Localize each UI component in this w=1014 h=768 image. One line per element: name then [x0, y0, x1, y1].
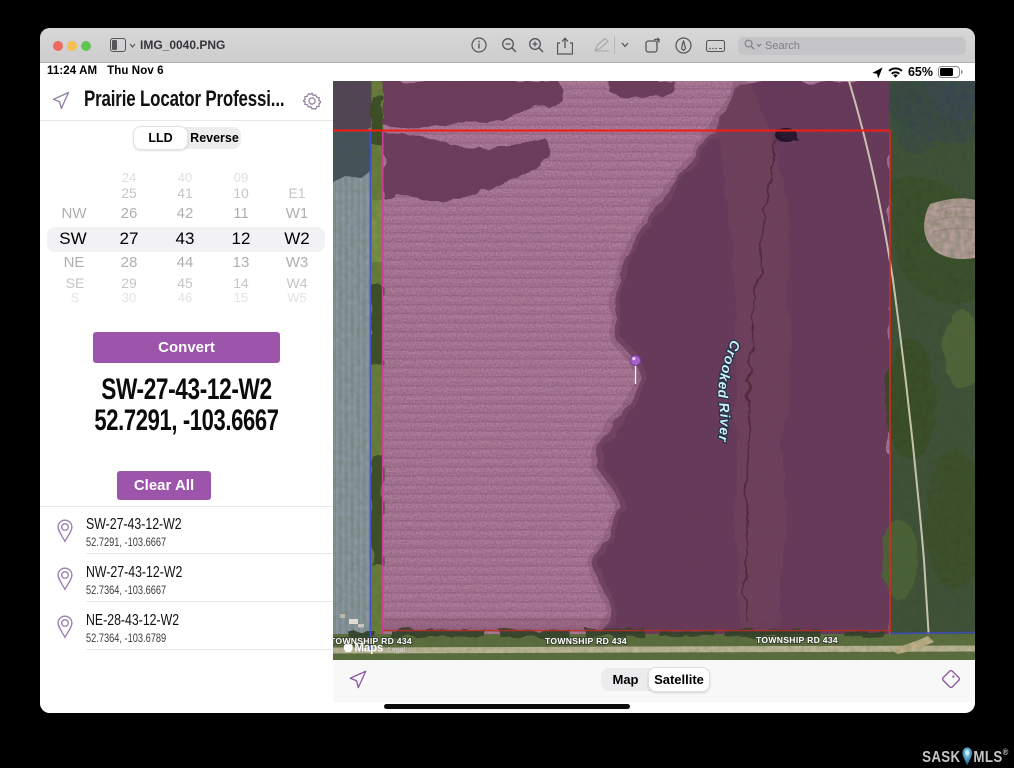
svg-text:Legal: Legal: [388, 647, 406, 654]
svg-text:TOWNSHIP RD 434: TOWNSHIP RD 434: [545, 636, 627, 646]
svg-text:TOWNSHIP RD 434: TOWNSHIP RD 434: [756, 635, 838, 645]
svg-text:Maps: Maps: [355, 643, 384, 655]
